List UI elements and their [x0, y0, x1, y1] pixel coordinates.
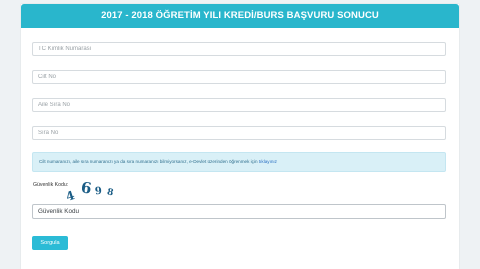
info-text: Cilt numaranızı, aile sıra numaranızı ya… [39, 159, 259, 164]
cilt-no-input[interactable] [32, 70, 446, 84]
sorgula-button[interactable]: Sorgula [32, 236, 68, 250]
captcha-digit: 4 [64, 188, 77, 204]
captcha-digit: 8 [106, 187, 115, 199]
aile-sira-no-input[interactable] [32, 98, 446, 112]
security-code-input[interactable] [32, 204, 446, 219]
captcha-digit: 9 [94, 185, 103, 198]
page-title: 2017 - 2018 ÖĞRETİM YILI KREDİ/BURS BAŞV… [21, 4, 459, 28]
captcha-digit: 6 [79, 178, 93, 198]
edevlet-link[interactable]: tıklayınız [259, 159, 277, 164]
tc-kimlik-input[interactable] [32, 42, 446, 56]
captcha-image: 4 6 9 8 [64, 176, 130, 206]
sira-no-input[interactable] [32, 126, 446, 140]
result-panel: 2017 - 2018 ÖĞRETİM YILI KREDİ/BURS BAŞV… [21, 4, 459, 269]
info-alert: Cilt numaranızı, aile sıra numaranızı ya… [32, 152, 446, 172]
captcha-label: Güvenlik Kodu: [33, 182, 69, 188]
